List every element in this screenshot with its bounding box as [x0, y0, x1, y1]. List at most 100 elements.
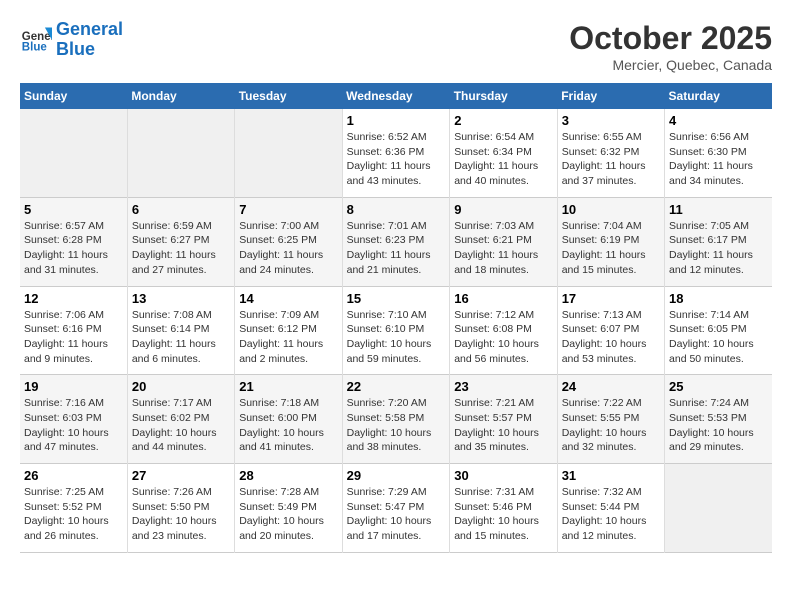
day-info: Sunrise: 7:06 AM Sunset: 6:16 PM Dayligh… [24, 308, 123, 367]
day-info: Sunrise: 7:01 AM Sunset: 6:23 PM Dayligh… [347, 219, 446, 278]
day-cell: 16 Sunrise: 7:12 AM Sunset: 6:08 PM Dayli… [450, 286, 557, 375]
day-info: Sunrise: 7:21 AM Sunset: 5:57 PM Dayligh… [454, 396, 552, 455]
logo-general: General [56, 19, 123, 39]
day-info: Sunrise: 7:08 AM Sunset: 6:14 PM Dayligh… [132, 308, 230, 367]
day-cell: 7 Sunrise: 7:00 AM Sunset: 6:25 PM Daylig… [235, 197, 342, 286]
day-number: 17 [562, 291, 660, 306]
day-number: 12 [24, 291, 123, 306]
day-cell: 19 Sunrise: 7:16 AM Sunset: 6:03 PM Dayli… [20, 375, 127, 464]
day-cell: 4Sunrise: 6:56 AM Sunset: 6:30 PM Daylig… [665, 109, 772, 197]
location: Mercier, Quebec, Canada [569, 57, 772, 73]
day-number: 11 [669, 202, 768, 217]
day-cell: 28 Sunrise: 7:28 AM Sunset: 5:49 PM Dayli… [235, 464, 342, 553]
day-info: Sunrise: 6:57 AM Sunset: 6:28 PM Dayligh… [24, 219, 123, 278]
day-number: 23 [454, 379, 552, 394]
day-number: 6 [132, 202, 230, 217]
day-number: 24 [562, 379, 660, 394]
day-number: 16 [454, 291, 552, 306]
week-row-3: 12 Sunrise: 7:06 AM Sunset: 6:16 PM Dayli… [20, 286, 772, 375]
page-header: General Blue General Blue October 2025 M… [20, 20, 772, 73]
header-saturday: Saturday [665, 83, 772, 109]
title-area: October 2025 Mercier, Quebec, Canada [569, 20, 772, 73]
calendar-header-row: SundayMondayTuesdayWednesdayThursdayFrid… [20, 83, 772, 109]
week-row-4: 19 Sunrise: 7:16 AM Sunset: 6:03 PM Dayli… [20, 375, 772, 464]
day-info: Sunrise: 7:28 AM Sunset: 5:49 PM Dayligh… [239, 485, 337, 544]
day-cell: 6 Sunrise: 6:59 AM Sunset: 6:27 PM Daylig… [127, 197, 234, 286]
day-info: Sunrise: 7:24 AM Sunset: 5:53 PM Dayligh… [669, 396, 768, 455]
day-cell: 24 Sunrise: 7:22 AM Sunset: 5:55 PM Dayli… [557, 375, 664, 464]
day-info: Sunrise: 6:54 AM Sunset: 6:34 PM Dayligh… [454, 130, 552, 189]
day-number: 13 [132, 291, 230, 306]
day-info: Sunrise: 7:22 AM Sunset: 5:55 PM Dayligh… [562, 396, 660, 455]
svg-text:Blue: Blue [22, 41, 48, 53]
day-cell: 10 Sunrise: 7:04 AM Sunset: 6:19 PM Dayli… [557, 197, 664, 286]
day-cell: 1 Sunrise: 6:52 AM Sunset: 6:36 PM Daylig… [342, 109, 450, 197]
day-cell: 25 Sunrise: 7:24 AM Sunset: 5:53 PM Dayli… [665, 375, 772, 464]
logo-icon: General Blue [20, 24, 52, 56]
day-number: 25 [669, 379, 768, 394]
day-cell: 9 Sunrise: 7:03 AM Sunset: 6:21 PM Daylig… [450, 197, 557, 286]
day-cell: 5 Sunrise: 6:57 AM Sunset: 6:28 PM Daylig… [20, 197, 127, 286]
day-info: Sunrise: 6:59 AM Sunset: 6:27 PM Dayligh… [132, 219, 230, 278]
day-cell: 21 Sunrise: 7:18 AM Sunset: 6:00 PM Dayli… [235, 375, 342, 464]
day-number: 19 [24, 379, 123, 394]
day-cell: 11 Sunrise: 7:05 AM Sunset: 6:17 PM Dayli… [665, 197, 772, 286]
day-number: 18 [669, 291, 768, 306]
day-info: Sunrise: 6:56 AM Sunset: 6:30 PM Dayligh… [669, 130, 768, 189]
day-info: Sunrise: 7:20 AM Sunset: 5:58 PM Dayligh… [347, 396, 446, 455]
header-friday: Friday [557, 83, 664, 109]
day-info: Sunrise: 7:00 AM Sunset: 6:25 PM Dayligh… [239, 219, 337, 278]
day-number: 2 [454, 113, 552, 128]
day-info: Sunrise: 7:18 AM Sunset: 6:00 PM Dayligh… [239, 396, 337, 455]
day-info: Sunrise: 6:52 AM Sunset: 6:36 PM Dayligh… [347, 130, 446, 189]
day-number: 5 [24, 202, 123, 217]
day-number: 30 [454, 468, 552, 483]
day-info: Sunrise: 7:26 AM Sunset: 5:50 PM Dayligh… [132, 485, 230, 544]
day-cell [127, 109, 234, 197]
day-info: Sunrise: 7:09 AM Sunset: 6:12 PM Dayligh… [239, 308, 337, 367]
day-info: Sunrise: 7:04 AM Sunset: 6:19 PM Dayligh… [562, 219, 660, 278]
day-cell: 8Sunrise: 7:01 AM Sunset: 6:23 PM Daylig… [342, 197, 450, 286]
day-number: 29 [347, 468, 446, 483]
day-cell: 27Sunrise: 7:26 AM Sunset: 5:50 PM Dayli… [127, 464, 234, 553]
day-info: Sunrise: 7:05 AM Sunset: 6:17 PM Dayligh… [669, 219, 768, 278]
day-number: 28 [239, 468, 337, 483]
logo-blue: Blue [56, 39, 95, 59]
day-info: Sunrise: 7:31 AM Sunset: 5:46 PM Dayligh… [454, 485, 552, 544]
day-cell: 13 Sunrise: 7:08 AM Sunset: 6:14 PM Dayli… [127, 286, 234, 375]
header-sunday: Sunday [20, 83, 127, 109]
day-info: Sunrise: 7:32 AM Sunset: 5:44 PM Dayligh… [562, 485, 660, 544]
day-cell: 26 Sunrise: 7:25 AM Sunset: 5:52 PM Dayli… [20, 464, 127, 553]
day-info: Sunrise: 7:12 AM Sunset: 6:08 PM Dayligh… [454, 308, 552, 367]
day-info: Sunrise: 7:10 AM Sunset: 6:10 PM Dayligh… [347, 308, 446, 367]
day-number: 31 [562, 468, 660, 483]
day-info: Sunrise: 7:03 AM Sunset: 6:21 PM Dayligh… [454, 219, 552, 278]
day-cell: 18Sunrise: 7:14 AM Sunset: 6:05 PM Dayli… [665, 286, 772, 375]
day-cell: 30 Sunrise: 7:31 AM Sunset: 5:46 PM Dayli… [450, 464, 557, 553]
day-cell: 22 Sunrise: 7:20 AM Sunset: 5:58 PM Dayli… [342, 375, 450, 464]
header-wednesday: Wednesday [342, 83, 450, 109]
day-cell: 31 Sunrise: 7:32 AM Sunset: 5:44 PM Dayli… [557, 464, 664, 553]
day-cell: 15Sunrise: 7:10 AM Sunset: 6:10 PM Dayli… [342, 286, 450, 375]
logo: General Blue General Blue [20, 20, 123, 60]
day-cell [665, 464, 772, 553]
day-number: 9 [454, 202, 552, 217]
day-info: Sunrise: 6:55 AM Sunset: 6:32 PM Dayligh… [562, 130, 660, 189]
header-thursday: Thursday [450, 83, 557, 109]
day-info: Sunrise: 7:16 AM Sunset: 6:03 PM Dayligh… [24, 396, 123, 455]
month-title: October 2025 [569, 20, 772, 57]
day-info: Sunrise: 7:29 AM Sunset: 5:47 PM Dayligh… [347, 485, 446, 544]
day-number: 22 [347, 379, 446, 394]
day-info: Sunrise: 7:17 AM Sunset: 6:02 PM Dayligh… [132, 396, 230, 455]
header-tuesday: Tuesday [235, 83, 342, 109]
day-number: 7 [239, 202, 337, 217]
day-number: 1 [347, 113, 446, 128]
day-number: 20 [132, 379, 230, 394]
day-cell: 14Sunrise: 7:09 AM Sunset: 6:12 PM Dayli… [235, 286, 342, 375]
day-number: 21 [239, 379, 337, 394]
day-info: Sunrise: 7:13 AM Sunset: 6:07 PM Dayligh… [562, 308, 660, 367]
week-row-2: 5 Sunrise: 6:57 AM Sunset: 6:28 PM Daylig… [20, 197, 772, 286]
day-number: 10 [562, 202, 660, 217]
day-info: Sunrise: 7:25 AM Sunset: 5:52 PM Dayligh… [24, 485, 123, 544]
day-number: 26 [24, 468, 123, 483]
